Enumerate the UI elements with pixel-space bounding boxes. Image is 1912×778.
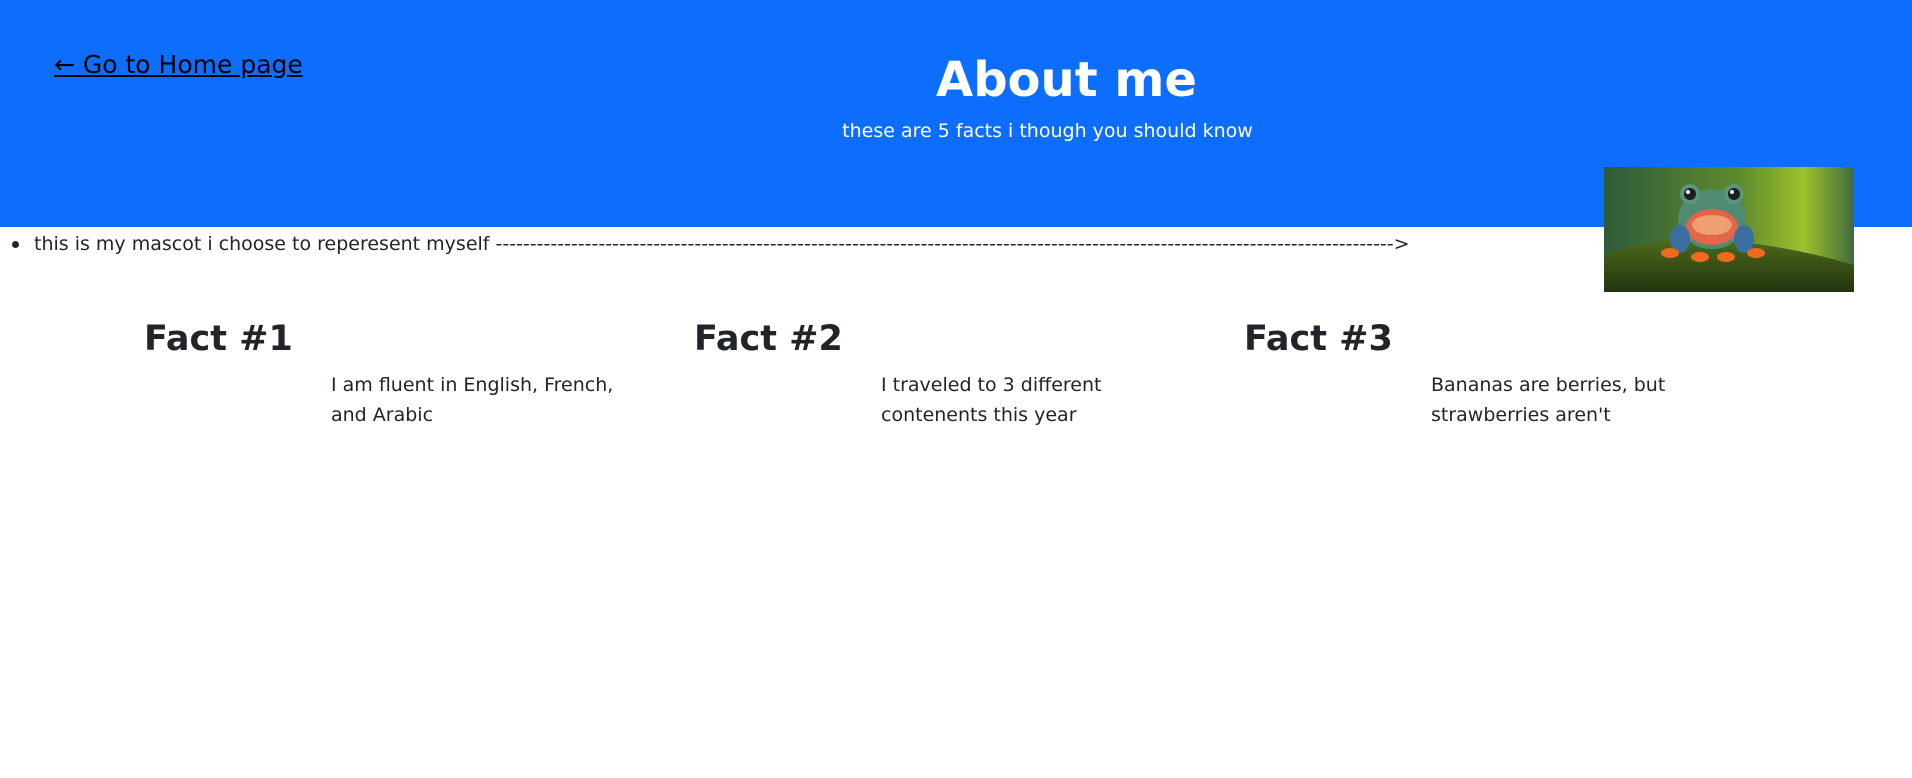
page-subtitle: these are 5 facts i though you should kn… bbox=[842, 120, 1253, 142]
page-title: About me bbox=[936, 52, 1197, 108]
fact-1-title: Fact #1 bbox=[144, 319, 293, 359]
fact-2-text: I traveled to 3 different contenents thi… bbox=[881, 374, 1102, 426]
fact-2-title: Fact #2 bbox=[694, 319, 843, 359]
frog-mascot-image bbox=[1604, 167, 1854, 292]
mascot-caption-list: this is my mascot i choose to reperesent… bbox=[10, 230, 1410, 258]
mascot-caption-text: this is my mascot i choose to reperesent… bbox=[34, 233, 1410, 255]
bullet-icon bbox=[12, 241, 19, 248]
fact-3-title: Fact #3 bbox=[1244, 319, 1393, 359]
fact-3-text: Bananas are berries, but strawberries ar… bbox=[1431, 374, 1666, 426]
mascot-caption-item: this is my mascot i choose to reperesent… bbox=[10, 230, 1410, 258]
fact-1-text: I am fluent in English, French, and Arab… bbox=[331, 374, 614, 426]
